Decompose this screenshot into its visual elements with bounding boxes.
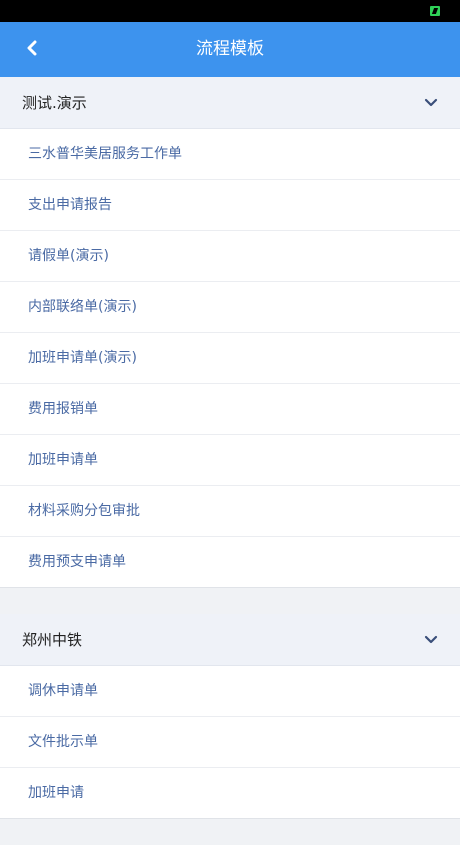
list-item[interactable]: 支出申请报告	[0, 180, 460, 231]
group-header[interactable]: 郑州中铁	[0, 614, 460, 666]
group-title: 郑州中铁	[22, 631, 83, 649]
page-title: 流程模板	[196, 39, 264, 59]
chevron-down-icon	[424, 635, 438, 645]
template-list: 测试.演示 三水普华美居服务工作单 支出申请报告 请假单(演示) 内部联络单(演…	[0, 77, 460, 845]
list-item[interactable]: 加班申请	[0, 768, 460, 819]
list-item[interactable]: 费用预支申请单	[0, 537, 460, 588]
nav-bar: 流程模板	[0, 22, 460, 77]
list-item[interactable]: 加班申请单(演示)	[0, 333, 460, 384]
group-zhengzhou-zhongtie: 郑州中铁 调休申请单 文件批示单 加班申请	[0, 614, 460, 819]
group-test-demo: 测试.演示 三水普华美居服务工作单 支出申请报告 请假单(演示) 内部联络单(演…	[0, 77, 460, 588]
item-list: 三水普华美居服务工作单 支出申请报告 请假单(演示) 内部联络单(演示) 加班申…	[0, 129, 460, 588]
battery-icon	[430, 6, 440, 16]
chevron-down-icon	[424, 98, 438, 108]
list-item[interactable]: 文件批示单	[0, 717, 460, 768]
item-list: 调休申请单 文件批示单 加班申请	[0, 666, 460, 819]
list-item[interactable]: 费用报销单	[0, 384, 460, 435]
status-bar	[0, 0, 460, 22]
list-item[interactable]: 调休申请单	[0, 666, 460, 717]
list-item[interactable]: 三水普华美居服务工作单	[0, 129, 460, 180]
list-item[interactable]: 请假单(演示)	[0, 231, 460, 282]
group-header[interactable]: 测试.演示	[0, 77, 460, 129]
group-title: 测试.演示	[22, 94, 87, 112]
list-item[interactable]: 材料采购分包审批	[0, 486, 460, 537]
list-item[interactable]: 内部联络单(演示)	[0, 282, 460, 333]
list-item[interactable]: 加班申请单	[0, 435, 460, 486]
